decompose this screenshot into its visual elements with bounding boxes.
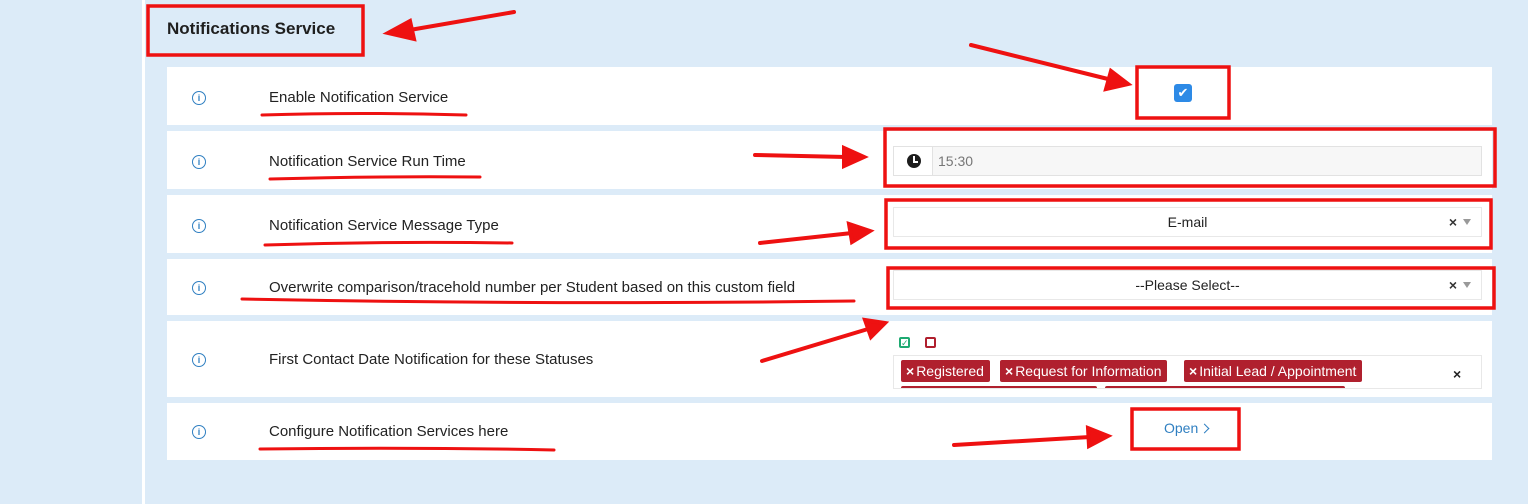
status-tag-label: Initial Lead / Appointment bbox=[1199, 363, 1357, 379]
run-time-field[interactable] bbox=[893, 146, 1482, 176]
dropdown-caret-icon[interactable] bbox=[1463, 219, 1471, 225]
status-tag-overflow bbox=[901, 386, 1097, 388]
configure-services-label: Configure Notification Services here bbox=[269, 423, 509, 440]
select-all-icon[interactable]: ✓ bbox=[899, 337, 910, 348]
dropdown-caret-icon[interactable] bbox=[1463, 282, 1471, 288]
tag-remove-icon[interactable]: × bbox=[1189, 363, 1197, 379]
section-title: Notifications Service bbox=[167, 19, 336, 38]
overwrite-field-select[interactable]: --Please Select-- × bbox=[893, 270, 1482, 300]
status-multiselect[interactable]: × Registered × Request for Information × In… bbox=[893, 355, 1482, 389]
deselect-all-icon[interactable] bbox=[925, 337, 936, 348]
message-type-select[interactable]: E-mail × bbox=[893, 207, 1482, 237]
message-type-value: E-mail bbox=[1167, 214, 1208, 230]
open-link-label: Open bbox=[1164, 420, 1199, 436]
clear-all-statuses-icon[interactable]: × bbox=[1453, 366, 1461, 382]
status-tag-label: Registered bbox=[916, 363, 984, 379]
clear-selection-icon[interactable]: × bbox=[1449, 214, 1457, 230]
time-addon[interactable] bbox=[894, 147, 933, 175]
status-tag[interactable]: × Registered bbox=[901, 360, 990, 382]
enable-notification-label: Enable Notification Service bbox=[269, 89, 449, 106]
clock-icon bbox=[907, 154, 921, 168]
message-type-label: Notification Service Message Type bbox=[269, 217, 499, 234]
status-tag[interactable]: × Request for Information bbox=[1000, 360, 1168, 382]
settings-page: Notifications Service i Enable Notificat… bbox=[0, 0, 1528, 504]
tag-remove-icon[interactable]: × bbox=[906, 363, 914, 379]
info-icon[interactable]: i bbox=[192, 91, 206, 105]
overwrite-field-label: Overwrite comparison/tracehold number pe… bbox=[269, 279, 796, 296]
info-icon[interactable]: i bbox=[192, 155, 206, 169]
clear-selection-icon[interactable]: × bbox=[1449, 277, 1457, 293]
info-icon[interactable]: i bbox=[192, 353, 206, 367]
first-contact-label: First Contact Date Notification for thes… bbox=[269, 351, 594, 368]
overwrite-field-value: --Please Select-- bbox=[1135, 277, 1240, 293]
tag-remove-icon[interactable]: × bbox=[1005, 363, 1013, 379]
left-gutter bbox=[0, 0, 142, 504]
info-icon[interactable]: i bbox=[192, 281, 206, 295]
status-tag[interactable]: × Initial Lead / Appointment bbox=[1184, 360, 1363, 382]
run-time-input[interactable] bbox=[938, 153, 1238, 169]
status-tag-overflow bbox=[1105, 386, 1345, 388]
info-icon[interactable]: i bbox=[192, 425, 206, 439]
open-link[interactable]: Open bbox=[1164, 420, 1210, 436]
status-tag-label: Request for Information bbox=[1015, 363, 1162, 379]
info-icon[interactable]: i bbox=[192, 219, 206, 233]
run-time-label: Notification Service Run Time bbox=[269, 153, 466, 170]
enable-notification-checkbox[interactable]: ✔ bbox=[1174, 84, 1192, 102]
chevron-right-icon bbox=[1199, 423, 1210, 434]
